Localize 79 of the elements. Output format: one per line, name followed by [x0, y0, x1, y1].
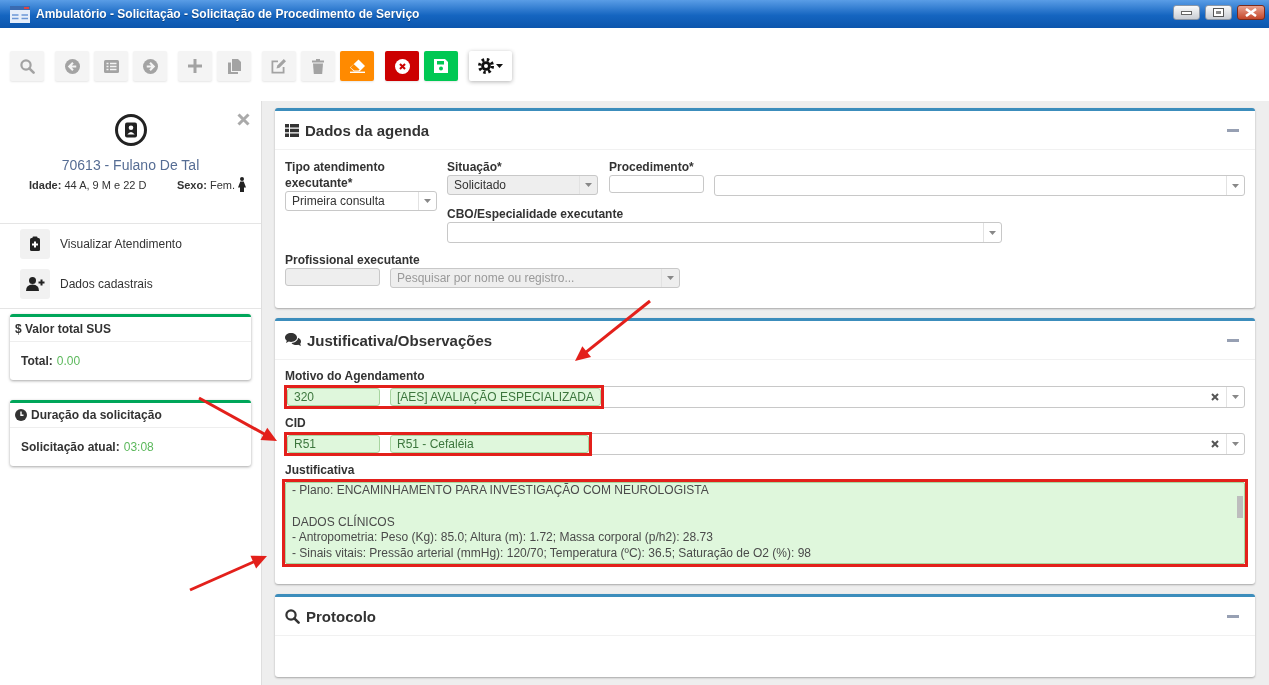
trash-icon: [312, 58, 324, 74]
plus-icon: [188, 59, 202, 73]
caret-down-icon: [496, 64, 503, 68]
clock-icon: [15, 409, 27, 421]
card-label: Solicitação atual:: [21, 440, 120, 454]
window-title: Ambulatório - Solicitação - Solicitação de Procedimento de Serviço: [36, 7, 421, 21]
caret-down-icon: [667, 276, 674, 280]
clear-icon[interactable]: [1211, 440, 1219, 448]
patient-name: 70613 - Fulano De Tal: [61, 157, 200, 173]
minimize-button[interactable]: [1173, 5, 1200, 20]
justification-textarea[interactable]: - Plano: ENCAMINHAMENTO PARA INVESTIGAÇÃO COM NEUROLOGISTA DADOS CLÍNICOS - Antropometria: Peso (Kg): 85.0; Altura (m): 1.72; Massa corporal (p/h2): 28.73 - Sinais vitais: Pressão arterial (mmHg): 120/70; Temperatura (ºC): 36.5; Saturação de O2 (%): 98: [285, 482, 1245, 564]
reason-code-field[interactable]: 320: [287, 388, 380, 406]
caret-down-icon: [1232, 395, 1239, 399]
card-value: 03:08: [123, 440, 154, 454]
card-label: Total:: [21, 354, 53, 368]
card-title: $ Valor total SUS: [15, 322, 112, 336]
field-label: CID: [285, 416, 307, 431]
arrow-left-icon: [64, 58, 80, 74]
cid-select[interactable]: R51 R51 - Cefaléia: [285, 433, 1245, 455]
app-window-icon: [10, 5, 30, 23]
procedure-code-field[interactable]: [609, 175, 704, 193]
settings-button[interactable]: [469, 51, 512, 81]
field-label: Procedimento*: [609, 159, 695, 175]
cancel-button[interactable]: [385, 51, 419, 81]
menu-item[interactable]: Visualizar Atendimento: [20, 229, 182, 259]
field-label: Profissional executante: [285, 252, 421, 268]
maximize-icon: [1213, 8, 1224, 17]
female-icon: [238, 177, 246, 192]
card-title: Duração da solicitação: [31, 408, 162, 422]
minus-icon: [1227, 338, 1239, 342]
minus-icon: [1227, 614, 1239, 618]
caret-down-icon: [989, 230, 996, 235]
edit-icon: [271, 58, 287, 74]
card-value: 0.00: [56, 354, 81, 368]
field-label: Justificativa: [285, 463, 356, 478]
gear-icon: [478, 58, 494, 74]
caret-down-icon: [585, 183, 592, 187]
close-icon: [1245, 8, 1257, 17]
list-icon: [285, 123, 299, 137]
minimize-icon: [1181, 10, 1192, 15]
scrollbar-thumb[interactable]: [1237, 496, 1243, 518]
field-label: Motivo do Agendamento: [285, 369, 426, 384]
field-label: CBO/Especialidade executante: [447, 206, 625, 222]
user-plus-icon: [20, 269, 50, 299]
reason-field[interactable]: [AES] AVALIAÇÃO ESPECIALIZADA: [390, 388, 601, 406]
procedure-select[interactable]: [714, 175, 1245, 196]
search-icon: [19, 58, 35, 74]
caret-down-icon: [1232, 442, 1239, 446]
arrow-right-icon: [142, 58, 158, 74]
patient-age: Idade: 44 A, 9 M e 22 D: [29, 177, 147, 192]
x-circle-icon: [394, 58, 410, 74]
close-icon: [237, 113, 250, 126]
minus-icon: [1227, 128, 1239, 132]
panel-title: Dados da agenda: [305, 121, 430, 139]
caret-down-icon: [1232, 183, 1239, 188]
cid-field[interactable]: R51 - Cefaléia: [390, 435, 589, 453]
field-label: Tipo atendimento executante*: [285, 159, 386, 191]
specialty-select[interactable]: [447, 222, 1002, 243]
eraser-icon: [348, 59, 366, 73]
maximize-button[interactable]: [1205, 5, 1232, 20]
close-button[interactable]: [1237, 5, 1265, 20]
clipboard-plus-icon: [20, 229, 50, 259]
cid-code-field[interactable]: R51: [287, 435, 380, 453]
eraser-button[interactable]: [340, 51, 374, 81]
patient-sex: Sexo: Fem.: [176, 177, 235, 192]
list-icon: [103, 59, 119, 73]
menu-item[interactable]: Dados cadastrais: [20, 269, 153, 299]
save-button[interactable]: [424, 51, 458, 81]
comments-icon: [285, 333, 301, 347]
search-icon: [285, 608, 300, 624]
reason-select[interactable]: 320 [AES] AVALIAÇÃO ESPECIALIZADA: [285, 386, 1245, 408]
contact-card-icon: [114, 114, 147, 146]
attendance-type-select[interactable]: Primeira consulta: [285, 191, 437, 211]
panel-title: Protocolo: [306, 607, 376, 625]
caret-down-icon: [424, 199, 431, 203]
clear-icon[interactable]: [1211, 393, 1219, 401]
copy-icon: [227, 58, 241, 74]
field-label: Situação*: [447, 159, 503, 175]
panel-title: Justificativa/Observações: [307, 331, 493, 349]
